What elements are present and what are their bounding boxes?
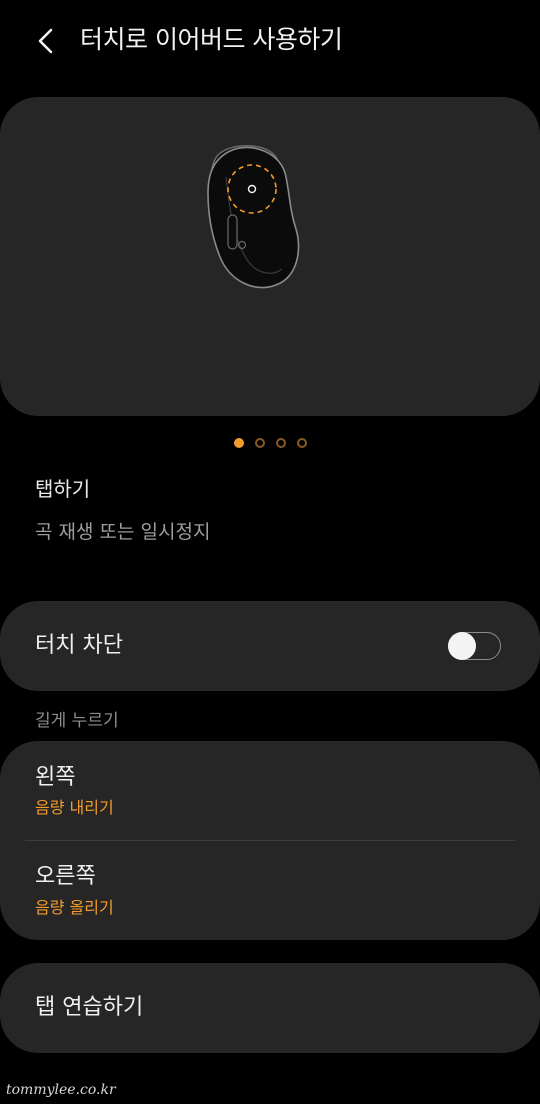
block-touch-toggle[interactable] [447, 631, 501, 660]
long-press-section-label: 길게 누르기 [35, 711, 119, 731]
block-touch-label: 터치 차단 [35, 633, 123, 658]
page-title: 터치로 이어버드 사용하기 [80, 25, 343, 54]
practice-tap-button[interactable]: 탭 연습하기 [0, 963, 540, 1053]
page-dot[interactable] [254, 438, 265, 448]
back-button[interactable] [30, 24, 62, 58]
long-press-right-row[interactable]: 오른쪽 음량 올리기 [0, 841, 540, 940]
left-title: 왼쪽 [35, 765, 76, 790]
gesture-title: 탭하기 [35, 477, 91, 501]
right-value: 음량 올리기 [35, 898, 114, 917]
long-press-left-row[interactable]: 왼쪽 음량 내리기 [0, 741, 540, 840]
earbud-illustration-card[interactable] [0, 97, 540, 416]
watermark: tommylee.co.kr [6, 1082, 116, 1098]
page-dot[interactable] [296, 438, 307, 448]
block-touch-row[interactable]: 터치 차단 [0, 601, 540, 691]
left-value: 음량 내리기 [35, 798, 114, 817]
right-title: 오른쪽 [35, 864, 96, 889]
chevron-left-icon [38, 28, 53, 54]
long-press-card: 왼쪽 음량 내리기 오른쪽 음량 올리기 [0, 741, 540, 940]
toggle-knob [447, 631, 476, 660]
earbud-illustration [207, 145, 300, 289]
practice-tap-label: 탭 연습하기 [35, 995, 144, 1020]
page-indicator[interactable] [0, 438, 540, 452]
page-dot[interactable] [275, 438, 286, 448]
gesture-description: 곡 재생 또는 일시정지 [35, 521, 211, 543]
app-header: 터치로 이어버드 사용하기 [0, 0, 540, 82]
page-dot-active[interactable] [233, 438, 244, 448]
